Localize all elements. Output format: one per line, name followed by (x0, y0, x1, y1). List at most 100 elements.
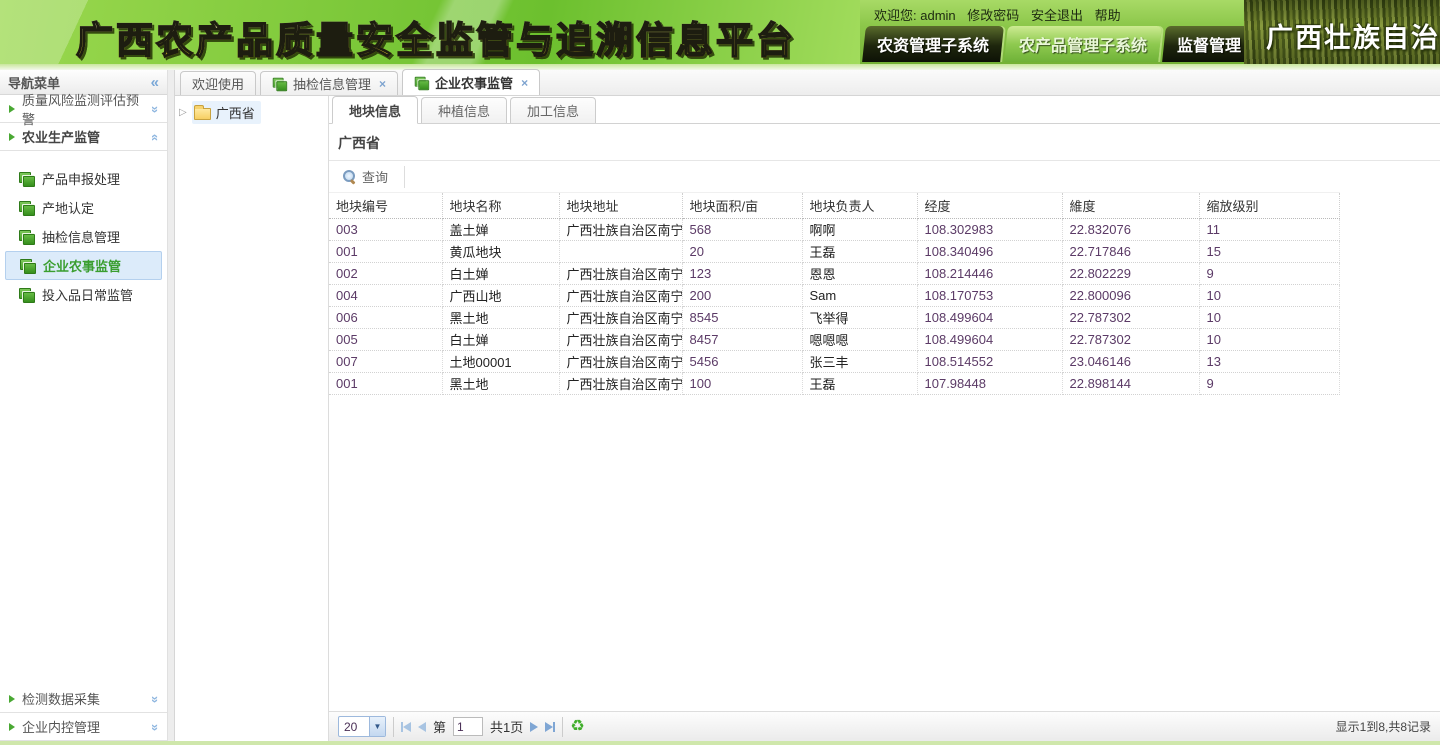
layers-icon (19, 201, 34, 215)
table-cell: 200 (682, 285, 802, 307)
subtab-label: 加工信息 (527, 101, 579, 120)
table-cell: 盖土婵 (442, 219, 559, 241)
chevron-up-icon[interactable]: « (148, 134, 163, 139)
table-cell: 11 (1199, 219, 1339, 241)
column-header[interactable]: 地块负责人 (802, 193, 917, 219)
table-row[interactable]: 004广西山地广西壮族自治区南宁市200Sam108.17075322.8000… (329, 285, 1339, 307)
layers-icon (19, 288, 34, 302)
sidebar-item-label: 产品申报处理 (42, 169, 120, 188)
subsystem-tab[interactable]: 农资管理子系统 (862, 26, 1004, 62)
table-cell: 002 (329, 263, 442, 285)
chevron-down-icon[interactable]: » (148, 696, 163, 701)
region-label: 广西省 (329, 124, 1440, 161)
main-tab[interactable]: 抽检信息管理× (260, 71, 398, 95)
column-header[interactable]: 地块面积/亩 (682, 193, 802, 219)
main-tab[interactable]: 欢迎使用 (180, 71, 256, 95)
table-cell: 黄瓜地块 (442, 241, 559, 263)
close-icon[interactable]: × (521, 76, 528, 90)
help-link[interactable]: 帮助 (1095, 8, 1121, 23)
sidebar-group[interactable]: 检测数据采集» (0, 685, 167, 713)
table-cell: 10 (1199, 329, 1339, 351)
pager-separator (562, 717, 563, 737)
footer-strip (0, 741, 1440, 745)
table-cell: 广西壮族自治区南宁市 (559, 307, 682, 329)
last-page-button[interactable] (545, 722, 555, 732)
subsystem-tab[interactable]: 农产品管理子系统 (1004, 26, 1162, 62)
table-cell: 22.898144 (1062, 373, 1199, 395)
table-cell: 广西山地 (442, 285, 559, 307)
sidebar-item-label: 抽检信息管理 (42, 227, 120, 246)
sidebar-group[interactable]: 质量风险监测评估预警» (0, 95, 167, 123)
table-cell: 王磊 (802, 373, 917, 395)
column-header[interactable]: 維度 (1062, 193, 1199, 219)
chevron-down-icon[interactable]: » (148, 724, 163, 729)
column-header[interactable]: 地块名称 (442, 193, 559, 219)
tree-node-label: 广西省 (216, 103, 255, 122)
main-tab-label: 欢迎使用 (192, 74, 244, 93)
chevron-down-icon[interactable]: » (148, 106, 163, 111)
layers-icon (19, 230, 34, 244)
table-cell: 广西壮族自治区南宁市 (559, 219, 682, 241)
username: admin (920, 8, 955, 23)
sidebar-item-link[interactable]: 抽检信息管理 (0, 222, 167, 251)
table-cell: 10 (1199, 285, 1339, 307)
table-cell: 22.717846 (1062, 241, 1199, 263)
table-row[interactable]: 003盖土婵广西壮族自治区南宁市568啊啊108.30298322.832076… (329, 219, 1339, 241)
table-row[interactable]: 007土地00001广西壮族自治区南宁市5456张三丰108.51455223.… (329, 351, 1339, 373)
first-page-button[interactable] (401, 722, 411, 732)
table-row[interactable]: 002白土婵广西壮族自治区南宁市123恩恩108.21444622.802229… (329, 263, 1339, 285)
table-cell: 23.046146 (1062, 351, 1199, 373)
prev-page-button[interactable] (418, 722, 426, 732)
column-header[interactable]: 地块地址 (559, 193, 682, 219)
subtab[interactable]: 加工信息 (510, 97, 596, 123)
main-tab[interactable]: 企业农事监管 × (402, 69, 540, 95)
column-header[interactable]: 地块编号 (329, 193, 442, 219)
table-cell: 108.499604 (917, 329, 1062, 351)
table-cell: 001 (329, 241, 442, 263)
table-cell: 9 (1199, 373, 1339, 395)
close-icon[interactable]: × (379, 77, 386, 91)
table-cell: 003 (329, 219, 442, 241)
table-row[interactable]: 005白土婵广西壮族自治区南宁市8457嗯嗯嗯108.49960422.7873… (329, 329, 1339, 351)
table-cell: 广西壮族自治区南宁市 (559, 263, 682, 285)
table-cell: 568 (682, 219, 802, 241)
table-cell: 006 (329, 307, 442, 329)
sidebar-item-link[interactable]: 产地认定 (0, 193, 167, 222)
subsystem-tab-label: 监督管理 (1177, 32, 1241, 56)
sidebar-item-link[interactable]: 投入品日常监管 (0, 280, 167, 309)
table-row[interactable]: 001黄瓜地块20王磊108.34049622.71784615 (329, 241, 1339, 263)
subsystem-tab[interactable]: 监督管理 (1162, 26, 1256, 62)
query-button[interactable]: 查询 (334, 164, 397, 189)
table-cell (559, 241, 682, 263)
page-prefix-label: 第 (433, 717, 446, 736)
subtab[interactable]: 种植信息 (421, 97, 507, 123)
table-row[interactable]: 001黑土地广西壮族自治区南宁市100王磊107.9844822.8981449 (329, 373, 1339, 395)
sidebar-collapse-icon[interactable]: « (151, 74, 159, 91)
sidebar: 导航菜单 « 质量风险监测评估预警»农业生产监管« 产品申报处理产地认定抽检信息… (0, 70, 167, 741)
table-cell: 22.787302 (1062, 329, 1199, 351)
column-header[interactable]: 经度 (917, 193, 1062, 219)
next-page-button[interactable] (530, 722, 538, 732)
table-cell: 108.514552 (917, 351, 1062, 373)
table-cell: 22.787302 (1062, 307, 1199, 329)
refresh-icon[interactable]: ♻ (570, 719, 584, 735)
column-header[interactable]: 缩放级别 (1199, 193, 1339, 219)
change-password-link[interactable]: 修改密码 (967, 8, 1019, 23)
tree-node-root[interactable]: ▷ 广西省 (179, 101, 324, 124)
sidebar-group[interactable]: 企业内控管理» (0, 713, 167, 741)
table-row[interactable]: 006黑土地广西壮族自治区南宁市8545飞举得108.49960422.7873… (329, 307, 1339, 329)
sidebar-item-selected[interactable]: 企业农事监管 (5, 251, 162, 280)
table-cell: 10 (1199, 307, 1339, 329)
table-cell: 123 (682, 263, 802, 285)
page-number-input[interactable] (453, 717, 483, 736)
subtab[interactable]: 地块信息 (332, 96, 418, 124)
sidebar-splitter[interactable] (167, 70, 175, 741)
table-cell: Sam (802, 285, 917, 307)
page-size-select[interactable]: 20 ▼ (338, 716, 386, 737)
search-icon (343, 170, 356, 183)
main-tab-label: 企业农事监管 (435, 73, 513, 92)
toolbar-separator (404, 166, 405, 188)
logout-link[interactable]: 安全退出 (1031, 8, 1083, 23)
tree-expander-icon[interactable]: ▷ (179, 107, 187, 118)
sidebar-item-link[interactable]: 产品申报处理 (0, 164, 167, 193)
